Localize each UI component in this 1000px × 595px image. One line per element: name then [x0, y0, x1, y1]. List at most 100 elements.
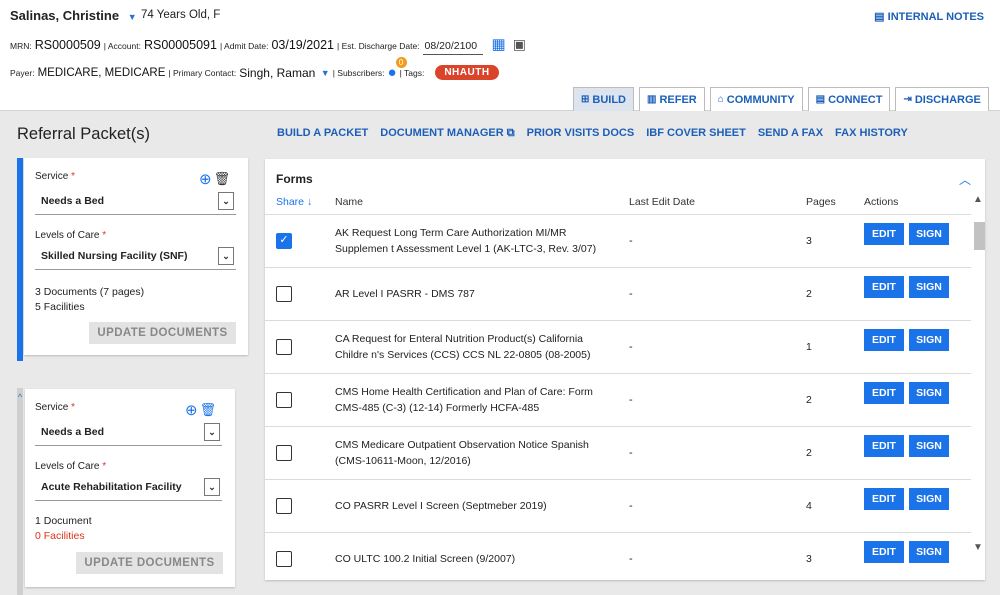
- tab-discharge[interactable]: ⇥ DISCHARGE: [895, 87, 989, 111]
- actions-column-header: Actions: [864, 196, 899, 208]
- share-checkbox[interactable]: [276, 339, 292, 355]
- last-edit-date: -: [629, 235, 633, 247]
- service-label: Service *: [35, 402, 76, 413]
- page-count: 2: [806, 394, 812, 406]
- table-row: CMS Medicare Outpatient Observation Noti…: [265, 427, 971, 480]
- prior-visits-docs-link[interactable]: PRIOR VISITS DOCS: [527, 127, 635, 140]
- sort-arrow-down-icon: ↓: [306, 196, 313, 208]
- packet-summary: 3 Documents (7 pages) 5 Facilities: [35, 286, 145, 313]
- referral-packet-card[interactable]: Service * ⊕ 🗑 Needs a Bed ⌄ Levels of Care…: [25, 389, 235, 587]
- update-documents-button[interactable]: UPDATE DOCUMENTS: [76, 552, 223, 574]
- exit-icon: ⇥: [903, 94, 912, 105]
- share-checkbox[interactable]: ✓: [276, 233, 292, 249]
- internal-notes-link[interactable]: ▤ INTERNAL NOTES: [874, 10, 984, 23]
- tab-community[interactable]: ⌂ COMMUNITY: [709, 87, 803, 111]
- last-edit-date: -: [629, 341, 633, 353]
- last-edit-date: -: [629, 394, 633, 406]
- tab-refer[interactable]: ▥ REFER: [639, 87, 705, 111]
- sign-button[interactable]: SIGN: [909, 223, 949, 245]
- edit-button[interactable]: EDIT: [864, 329, 904, 351]
- save-icon[interactable]: ▣: [513, 36, 526, 53]
- form-name: CO PASRR Level I Screen (Septmeber 2019): [335, 500, 547, 512]
- external-link-icon: ⧉: [506, 127, 515, 139]
- edit-button[interactable]: EDIT: [864, 488, 904, 510]
- service-label: Service *: [35, 171, 76, 182]
- document-icon: ▤: [874, 11, 885, 23]
- tag-badge[interactable]: NHAUTH: [435, 65, 499, 80]
- add-circle-icon[interactable]: ⊕: [185, 401, 198, 419]
- table-row: CO PASRR Level I Screen (Septmeber 2019)…: [265, 480, 971, 533]
- service-select[interactable]: Needs a Bed ⌄: [35, 420, 222, 446]
- referral-packet-card[interactable]: Service * ⊕ 🗑 Needs a Bed ⌄ Levels of Care…: [24, 158, 248, 355]
- last-edit-date: -: [629, 553, 633, 565]
- forms-scrollbar[interactable]: ▲ ▼: [972, 194, 985, 564]
- page-count: 2: [806, 288, 812, 300]
- form-name: AR Level I PASRR - DMS 787: [335, 288, 475, 300]
- page-count: 3: [806, 553, 812, 565]
- main-tabs: ⊞ BUILD ▥ REFER ⌂ COMMUNITY ▤ CONNECT ⇥ DISCH…: [573, 87, 989, 111]
- table-row: CMS Home Health Certification and Plan o…: [265, 374, 971, 427]
- scroll-up-icon[interactable]: ▲: [973, 194, 983, 205]
- plus-box-icon: ⊞: [581, 94, 590, 105]
- scrollbar-thumb[interactable]: [974, 222, 985, 250]
- table-row: CO ULTC 100.2 Initial Screen (9/2007) - 3 E…: [265, 533, 971, 586]
- discharge-date-input[interactable]: 08/20/2100: [422, 40, 483, 55]
- share-column-header[interactable]: Share ↓: [276, 196, 312, 208]
- page-count: 2: [806, 447, 812, 459]
- collapse-chevron-icon[interactable]: ^: [18, 392, 22, 402]
- sign-button[interactable]: SIGN: [909, 382, 949, 404]
- tab-connect[interactable]: ▤ CONNECT: [807, 87, 891, 111]
- chat-icon: ▤: [815, 94, 826, 105]
- chevron-down-icon: ⌄: [218, 247, 234, 265]
- edit-button[interactable]: EDIT: [864, 223, 904, 245]
- sign-button[interactable]: SIGN: [909, 488, 949, 510]
- edit-button[interactable]: EDIT: [864, 541, 904, 563]
- levels-of-care-select[interactable]: Acute Rehabilitation Facility ⌄: [35, 475, 222, 501]
- chevron-down-icon: ⌄: [218, 192, 234, 210]
- levels-of-care-label: Levels of Care *: [35, 230, 107, 241]
- sign-button[interactable]: SIGN: [909, 435, 949, 457]
- chevron-down-icon[interactable]: ▼: [123, 12, 137, 22]
- pages-column-header: Pages: [806, 196, 836, 208]
- update-documents-button[interactable]: UPDATE DOCUMENTS: [89, 322, 236, 344]
- trash-icon[interactable]: 🗑: [214, 171, 231, 187]
- last-edit-date: -: [629, 288, 633, 300]
- form-name: CMS Medicare Outpatient Observation Noti…: [335, 439, 589, 467]
- share-checkbox[interactable]: [276, 286, 292, 302]
- ibf-cover-sheet-link[interactable]: IBF COVER SHEET: [646, 127, 746, 140]
- share-checkbox[interactable]: [276, 551, 292, 567]
- fax-history-link[interactable]: FAX HISTORY: [835, 127, 908, 140]
- form-name: CMS Home Health Certification and Plan o…: [335, 386, 593, 414]
- edit-button[interactable]: EDIT: [864, 382, 904, 404]
- forms-panel: Forms ︿ Share ↓ Name Last Edit Date Page…: [265, 159, 985, 580]
- subscribers-icon[interactable]: ● 0: [388, 57, 407, 81]
- service-select[interactable]: Needs a Bed ⌄: [35, 189, 236, 215]
- share-checkbox[interactable]: [276, 498, 292, 514]
- collapse-chevron-icon[interactable]: ︿: [959, 171, 971, 188]
- scroll-down-icon[interactable]: ▼: [973, 542, 983, 553]
- patient-name[interactable]: Salinas, Christine ▼: [10, 8, 137, 23]
- page-title: Referral Packet(s): [17, 125, 150, 143]
- build-packet-link[interactable]: BUILD A PACKET: [277, 127, 368, 140]
- last-edit-date: -: [629, 500, 633, 512]
- sign-button[interactable]: SIGN: [909, 276, 949, 298]
- send-fax-link[interactable]: SEND A FAX: [758, 127, 823, 140]
- sign-button[interactable]: SIGN: [909, 541, 949, 563]
- sign-button[interactable]: SIGN: [909, 329, 949, 351]
- levels-of-care-select[interactable]: Skilled Nursing Facility (SNF) ⌄: [35, 244, 236, 270]
- name-column-header: Name: [335, 196, 364, 208]
- tab-build[interactable]: ⊞ BUILD: [573, 87, 634, 111]
- share-checkbox[interactable]: [276, 445, 292, 461]
- document-manager-link[interactable]: DOCUMENT MANAGER ⧉: [380, 127, 514, 140]
- edit-button[interactable]: EDIT: [864, 276, 904, 298]
- calendar-icon[interactable]: ▦: [492, 35, 506, 53]
- add-circle-icon[interactable]: ⊕: [199, 170, 212, 188]
- active-packet-indicator: [17, 158, 23, 361]
- edit-button[interactable]: EDIT: [864, 435, 904, 457]
- trash-icon[interactable]: 🗑: [200, 402, 217, 418]
- share-checkbox[interactable]: [276, 392, 292, 408]
- contact-chevron-down-icon[interactable]: ▼: [318, 68, 330, 78]
- building-icon: ▥: [647, 94, 657, 105]
- table-row: CA Request for Enteral Nutrition Product…: [265, 321, 971, 374]
- payer-row: Payer: MEDICARE, MEDICARE | Primary Cont…: [10, 57, 499, 81]
